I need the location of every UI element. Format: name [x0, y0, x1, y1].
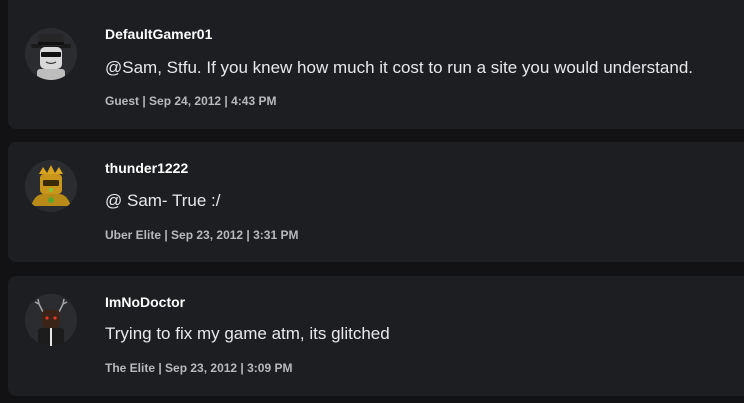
comment-card: DefaultGamer01 @Sam, Stfu. If you knew h…: [8, 0, 744, 129]
comment-meta: Uber Elite | Sep 23, 2012 | 3:31 PM: [105, 228, 299, 242]
comment-text: Trying to fix my game atm, its glitched: [105, 324, 390, 343]
comment-card: ImNoDoctor Trying to fix my game atm, it…: [8, 276, 744, 396]
comment-card: thunder1222 @ Sam- True :/ Uber Elite | …: [8, 142, 744, 262]
comment-feed: DefaultGamer01 @Sam, Stfu. If you knew h…: [0, 0, 744, 403]
comment-text: @ Sam- True :/: [105, 191, 221, 210]
comment-text: @Sam, Stfu. If you knew how much it cost…: [105, 58, 693, 77]
comment-meta: Guest | Sep 24, 2012 | 4:43 PM: [105, 94, 277, 108]
username[interactable]: ImNoDoctor: [105, 294, 185, 310]
comment-meta: The Elite | Sep 23, 2012 | 3:09 PM: [105, 361, 293, 375]
username[interactable]: DefaultGamer01: [105, 26, 212, 42]
avatar-fedora-sunglasses-icon[interactable]: [25, 28, 77, 80]
avatar-golden-crown-icon[interactable]: [25, 160, 77, 212]
username[interactable]: thunder1222: [105, 160, 188, 176]
avatar-antlers-icon[interactable]: [25, 294, 77, 346]
